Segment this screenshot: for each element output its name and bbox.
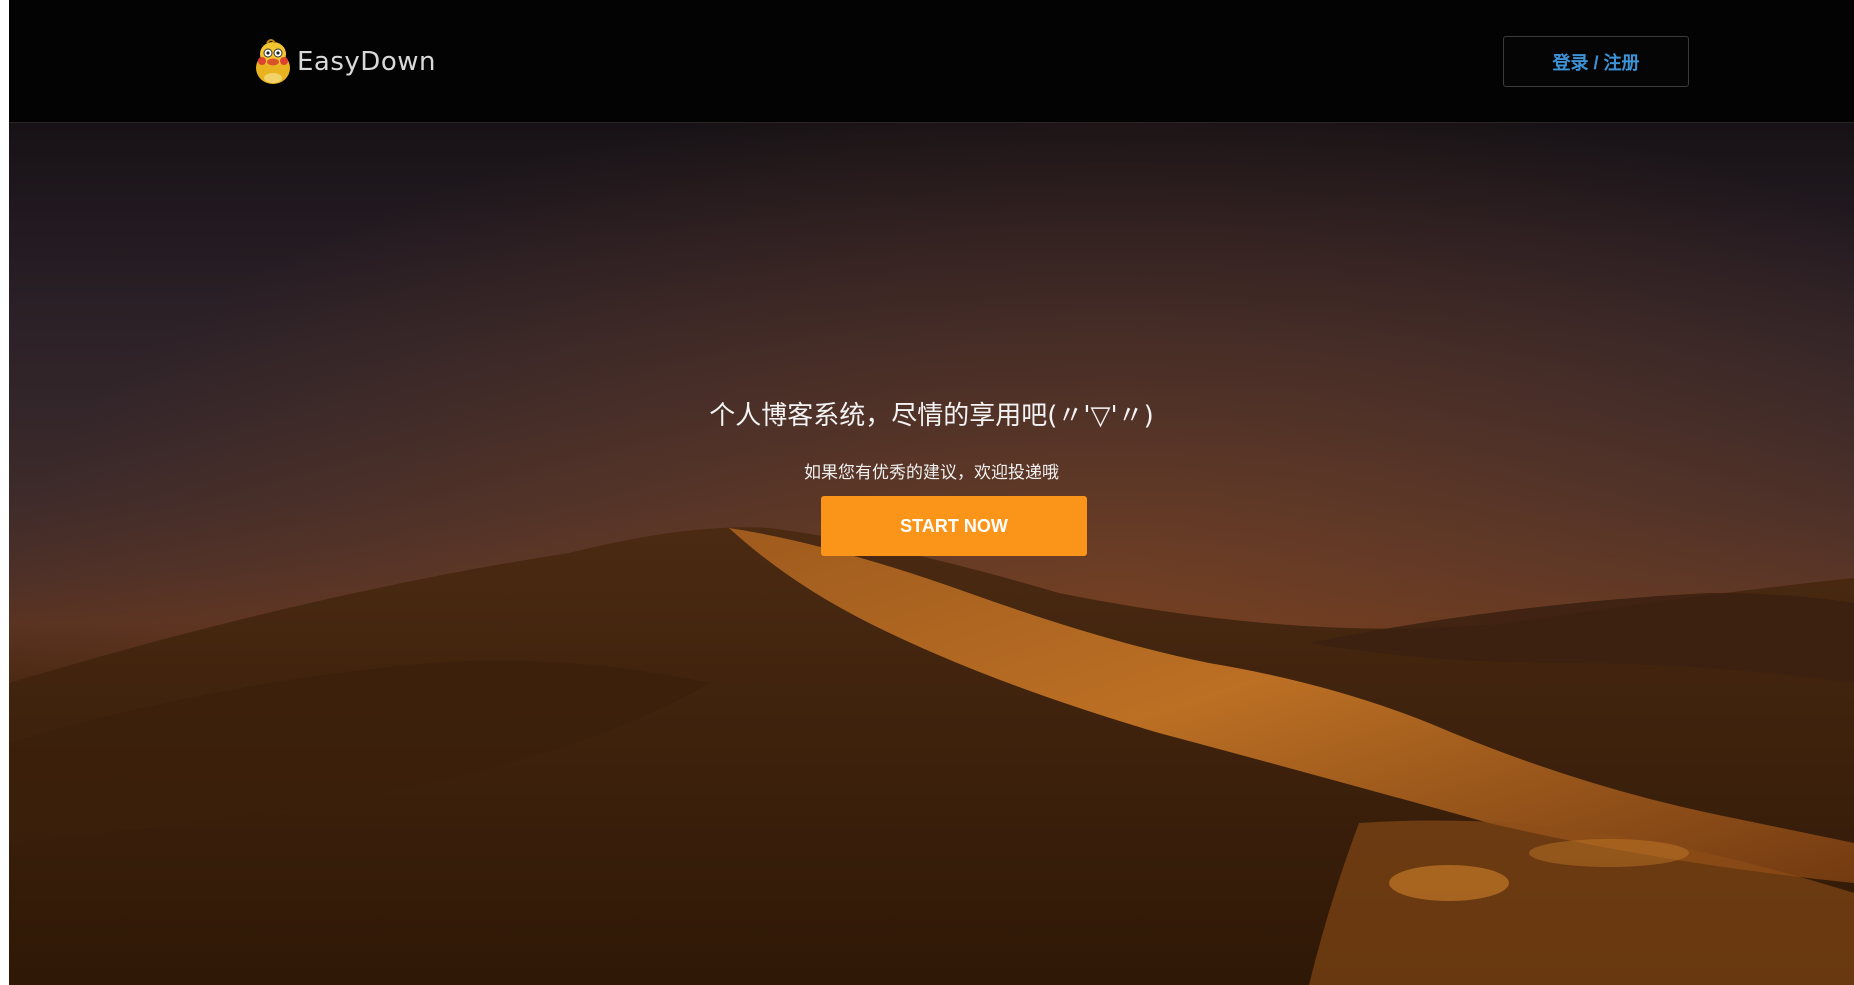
hero-subline: 如果您有优秀的建议，欢迎投递哦	[804, 463, 1059, 483]
page: EasyDown 登录 / 注册 个人博客系统，尽情的享用吧(〃'▽'〃) 如果…	[0, 0, 1854, 985]
top-navbar: EasyDown 登录 / 注册	[9, 0, 1854, 123]
left-edge-strip	[0, 0, 9, 985]
hero-headline: 个人博客系统，尽情的享用吧(〃'▽'〃)	[709, 401, 1154, 431]
site-logo[interactable]: EasyDown	[253, 38, 436, 86]
hero-section: 个人博客系统，尽情的享用吧(〃'▽'〃) 如果您有优秀的建议，欢迎投递哦 STA…	[9, 123, 1854, 985]
logo-text: EasyDown	[297, 47, 436, 77]
login-register-button[interactable]: 登录 / 注册	[1503, 36, 1689, 87]
duck-mascot-icon	[253, 38, 293, 86]
start-now-button[interactable]: START NOW	[821, 496, 1087, 556]
